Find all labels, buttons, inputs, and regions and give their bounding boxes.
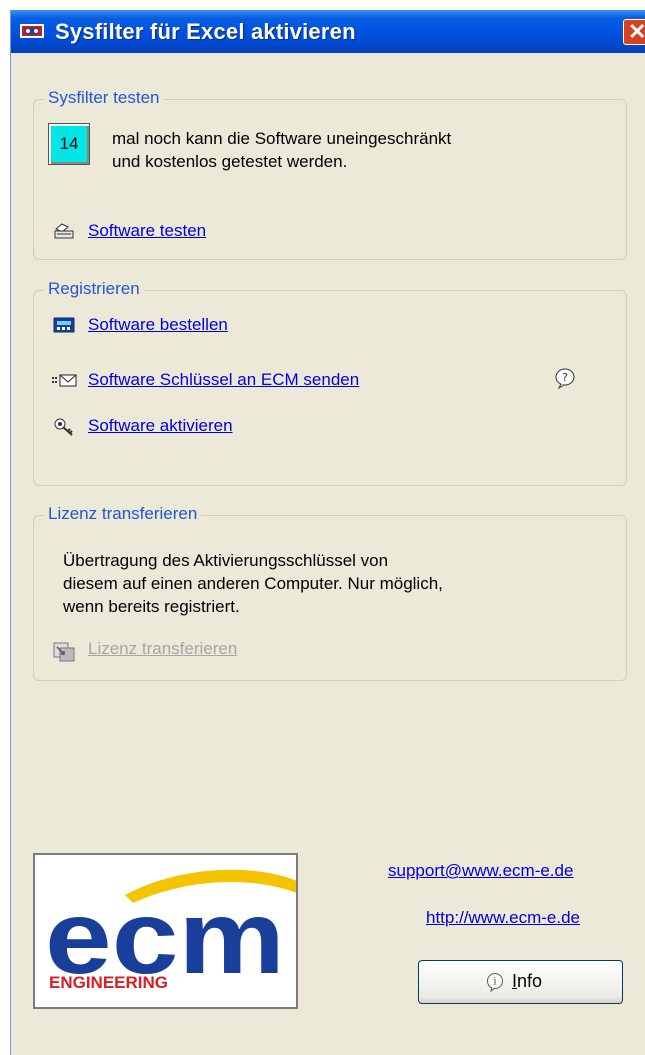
window-title: Sysfilter für Excel aktivieren bbox=[55, 19, 356, 44]
close-icon: ✕ bbox=[628, 19, 645, 44]
ecm-logo-graphic: ecm ENGINEERING bbox=[45, 869, 296, 996]
test-group-legend: Sysfilter testen bbox=[44, 88, 164, 108]
svg-text:i: i bbox=[493, 977, 496, 988]
remaining-trials-count: 14 bbox=[48, 123, 90, 165]
logo-subtext: ENGINEERING bbox=[49, 973, 168, 992]
trial-description-line1: mal noch kann die Software uneingeschrän… bbox=[112, 129, 452, 148]
support-email-link[interactable]: support@www.ecm-e.de bbox=[388, 861, 573, 881]
send-key-link[interactable]: Software Schlüssel an ECM senden bbox=[88, 370, 359, 390]
activation-window: Sysfilter für Excel aktivieren ✕ Sysfilt… bbox=[10, 10, 645, 1055]
license-description-line1: Übertragung des Aktivierungsschlüssel vo… bbox=[63, 551, 389, 570]
website-link[interactable]: http://www.ecm-e.de bbox=[426, 908, 580, 928]
svg-text:?: ? bbox=[562, 371, 568, 384]
register-group-legend: Registrieren bbox=[44, 279, 144, 299]
order-software-icon bbox=[53, 317, 75, 333]
license-group-legend: Lizenz transferieren bbox=[44, 504, 202, 524]
activate-software-link[interactable]: Software aktivieren bbox=[88, 416, 233, 436]
activate-software-icon bbox=[54, 418, 73, 436]
title-bar[interactable]: Sysfilter für Excel aktivieren ✕ bbox=[11, 10, 645, 53]
close-button[interactable]: ✕ bbox=[623, 19, 645, 45]
send-key-icon bbox=[52, 374, 77, 387]
ecm-logo: ecm ENGINEERING bbox=[33, 853, 298, 1009]
info-button[interactable]: i Info bbox=[418, 960, 623, 1004]
info-button-label: Info bbox=[512, 971, 542, 992]
order-software-link[interactable]: Software bestellen bbox=[88, 315, 228, 335]
app-icon bbox=[20, 24, 44, 38]
transfer-license-icon bbox=[53, 642, 75, 662]
license-description-line3: wenn bereits registriert. bbox=[63, 597, 240, 616]
license-description-line2: diesem auf einen anderen Computer. Nur m… bbox=[63, 574, 443, 593]
trial-description-line2: und kostenlos getestet werden. bbox=[112, 152, 348, 171]
transfer-license-link: Lizenz transferieren bbox=[88, 639, 238, 658]
test-software-link[interactable]: Software testen bbox=[88, 221, 206, 241]
test-software-icon bbox=[54, 223, 74, 239]
info-button-label-rest: nfo bbox=[517, 971, 543, 991]
help-bubble-icon[interactable]: ? bbox=[553, 367, 577, 389]
info-icon: i bbox=[487, 973, 503, 992]
